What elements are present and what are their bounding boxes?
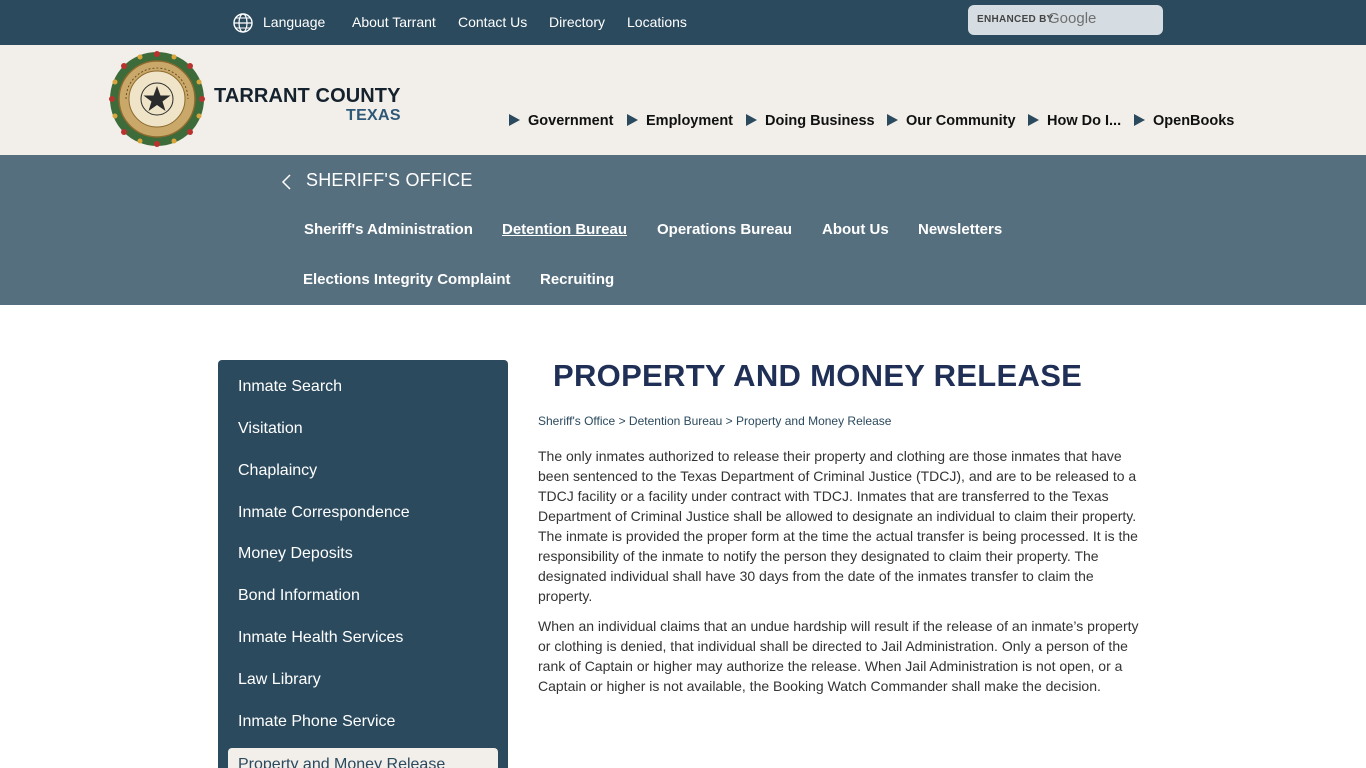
play-arrow-icon	[627, 114, 638, 126]
sidebar-item-inmate-health-services[interactable]: Inmate Health Services	[238, 629, 403, 647]
globe-icon[interactable]	[232, 12, 254, 34]
county-state: TEXAS	[346, 107, 401, 124]
department-nav: SHERIFF'S OFFICE Sheriff's Administratio…	[0, 155, 1366, 305]
play-arrow-icon	[887, 114, 898, 126]
breadcrumb-sheriffs-office[interactable]: Sheriff's Office	[538, 414, 615, 428]
body-paragraph: The only inmates authorized to release t…	[538, 448, 1138, 604]
sidebar-item-inmate-correspondence[interactable]: Inmate Correspondence	[238, 504, 410, 522]
county-seal-logo[interactable]	[108, 50, 206, 148]
dept-link-newsletters[interactable]: Newsletters	[918, 221, 1002, 238]
sidebar-nav: Inmate Search Visitation Chaplaincy Inma…	[218, 360, 508, 768]
breadcrumb-detention-bureau[interactable]: Detention Bureau	[629, 414, 722, 428]
nav-how-do-i[interactable]: How Do I...	[1028, 113, 1121, 133]
locations-link[interactable]: Locations	[627, 0, 687, 45]
breadcrumb-separator: >	[725, 414, 733, 428]
search-enhanced-label: ENHANCED BY	[977, 14, 1054, 25]
play-arrow-icon	[1028, 114, 1039, 126]
search-input[interactable]: ENHANCED BY Google	[968, 5, 1163, 35]
breadcrumb-separator: >	[618, 414, 626, 428]
nav-our-community[interactable]: Our Community	[887, 113, 1016, 133]
sidebar-item-property-and-money-release[interactable]: Property and Money Release	[228, 748, 498, 768]
play-arrow-icon	[746, 114, 757, 126]
sidebar-item-money-deposits[interactable]: Money Deposits	[238, 545, 353, 563]
sidebar-item-visitation[interactable]: Visitation	[238, 420, 303, 438]
county-name[interactable]: TARRANT COUNTY	[214, 85, 401, 108]
dept-link-about-us[interactable]: About Us	[822, 221, 889, 238]
page-title: PROPERTY AND MONEY RELEASE	[553, 358, 1083, 393]
directory-link[interactable]: Directory	[549, 0, 605, 45]
dept-link-sheriffs-administration[interactable]: Sheriff's Administration	[304, 221, 473, 238]
nav-government[interactable]: Government	[509, 113, 613, 133]
body-paragraph: When an individual claims that an undue …	[538, 618, 1139, 694]
about-tarrant-link[interactable]: About Tarrant	[352, 0, 436, 45]
play-arrow-icon	[509, 114, 520, 126]
language-link[interactable]: Language	[263, 0, 325, 45]
sidebar-item-chaplaincy[interactable]: Chaplaincy	[238, 462, 317, 480]
dept-link-elections-integrity-complaint[interactable]: Elections Integrity Complaint	[303, 271, 511, 288]
play-arrow-icon	[1134, 114, 1145, 126]
sidebar-item-bond-information[interactable]: Bond Information	[238, 587, 360, 605]
department-title[interactable]: SHERIFF'S OFFICE	[306, 170, 473, 191]
google-wordmark: Google	[1048, 10, 1097, 27]
dept-link-recruiting[interactable]: Recruiting	[540, 271, 614, 288]
sidebar-item-inmate-phone-service[interactable]: Inmate Phone Service	[238, 713, 395, 731]
sidebar-item-label: Property and Money Release	[238, 756, 446, 768]
chevron-left-icon[interactable]	[280, 173, 292, 191]
site-header: TARRANT COUNTY TEXAS Government Employme…	[0, 45, 1366, 155]
contact-us-link[interactable]: Contact Us	[458, 0, 527, 45]
breadcrumb: Sheriff's Office > Detention Bureau > Pr…	[538, 414, 891, 428]
nav-openbooks[interactable]: OpenBooks	[1134, 113, 1234, 133]
breadcrumb-current: Property and Money Release	[736, 414, 892, 428]
sidebar-item-inmate-search[interactable]: Inmate Search	[238, 378, 342, 396]
dept-link-operations-bureau[interactable]: Operations Bureau	[657, 221, 792, 238]
utility-bar: Language About Tarrant Contact Us Direct…	[0, 0, 1366, 45]
nav-employment[interactable]: Employment	[627, 113, 733, 133]
nav-doing-business[interactable]: Doing Business	[746, 113, 875, 133]
sidebar-item-law-library[interactable]: Law Library	[238, 671, 321, 689]
dept-link-detention-bureau[interactable]: Detention Bureau	[502, 221, 627, 238]
